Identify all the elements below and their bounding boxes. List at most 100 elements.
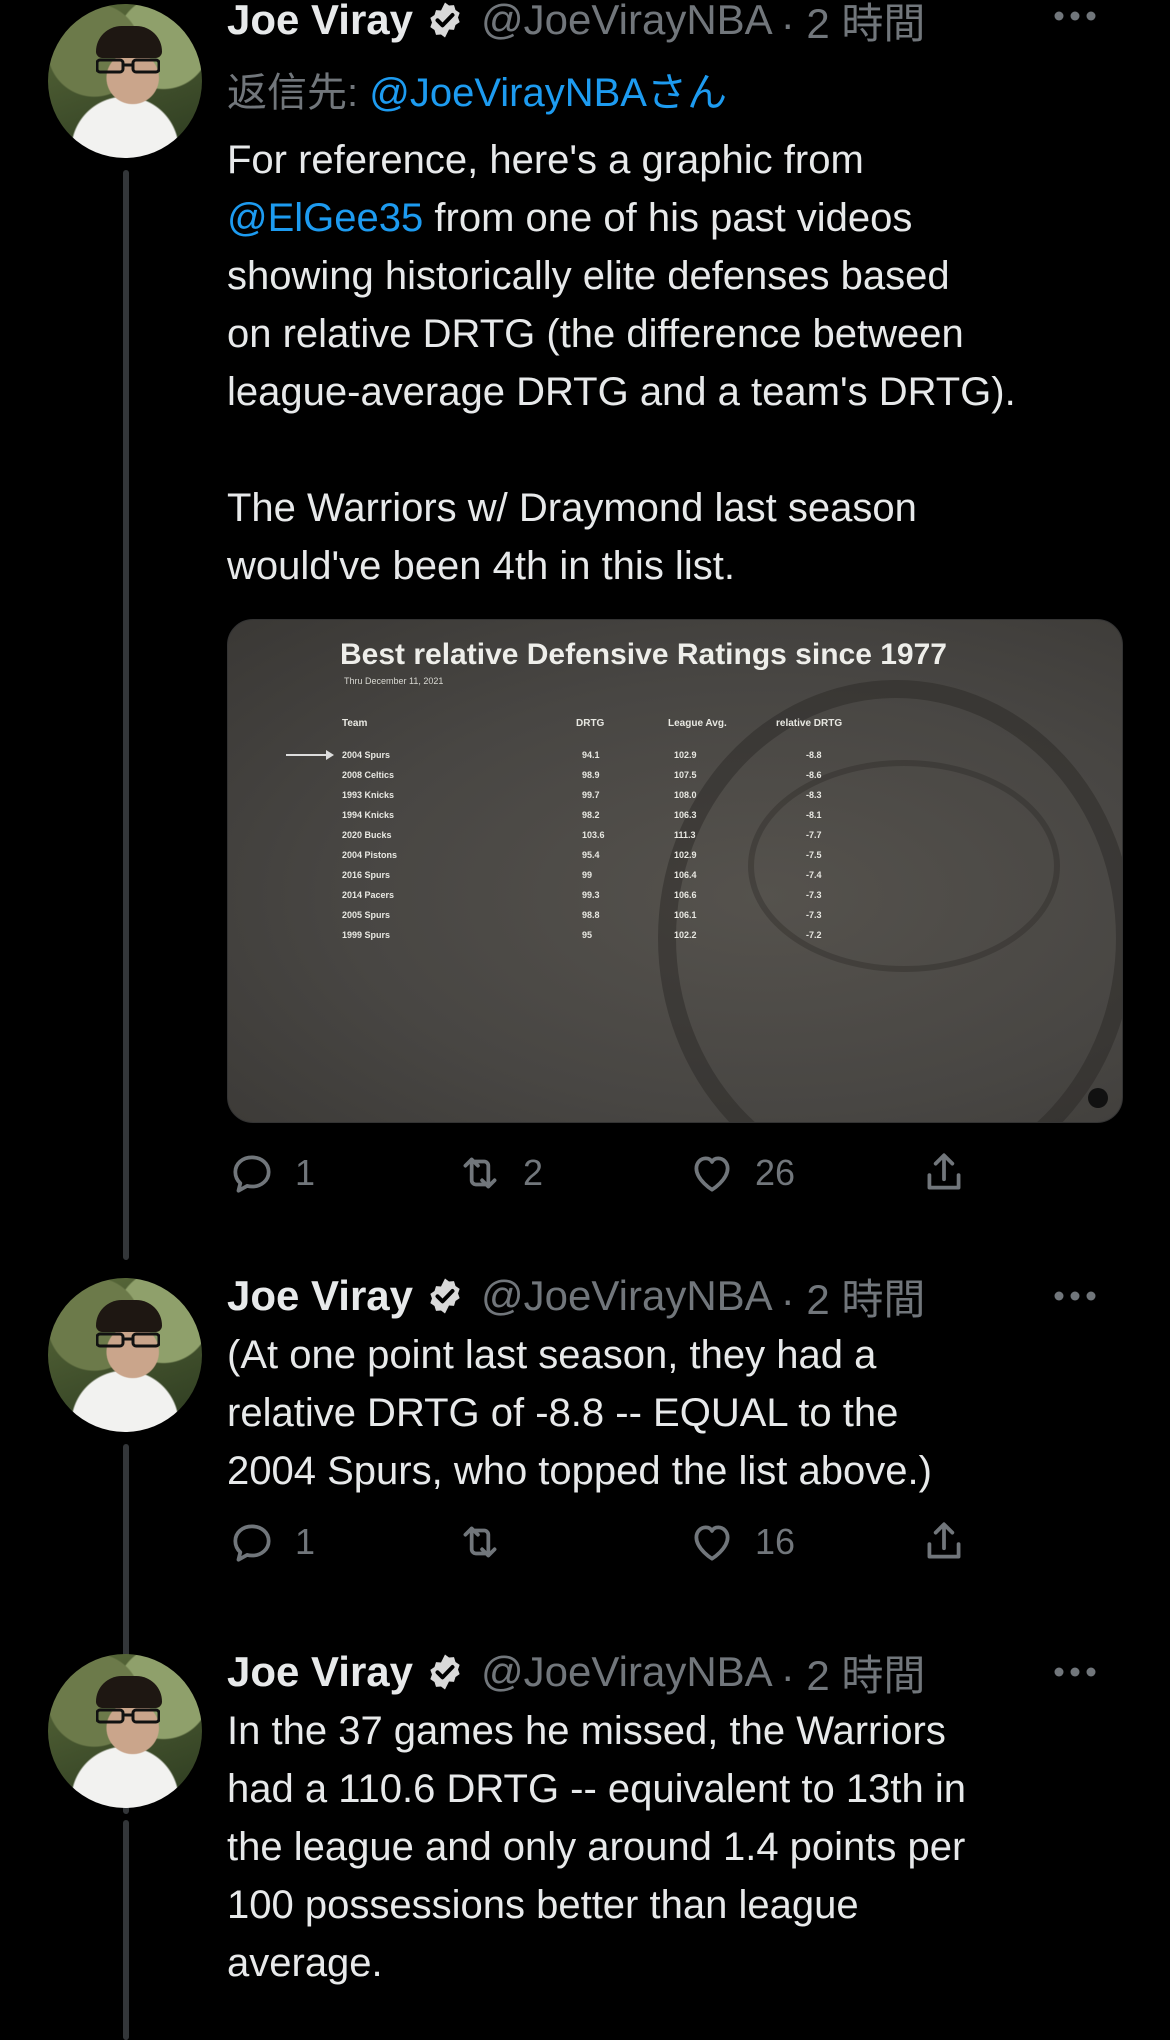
table-cell-team: 2005 Spurs (342, 910, 391, 920)
col-header-drtg: DRTG (576, 718, 605, 729)
like-button[interactable]: 26 (687, 1145, 795, 1201)
timestamp[interactable]: · 2 時間 (781, 1642, 926, 1703)
timestamp[interactable]: · 2 時間 (781, 0, 926, 51)
author-name[interactable]: Joe Viray (227, 0, 413, 44)
table-cell-team: 1994 Knicks (342, 810, 395, 820)
reply-to-mention[interactable]: @JoeVirayNBAさん (369, 71, 727, 115)
share-icon (927, 1153, 961, 1190)
author-handle[interactable]: @JoeVirayNBA (481, 0, 773, 44)
table-cell-team: 1993 Knicks (342, 790, 395, 800)
verified-badge-icon (430, 2, 460, 38)
table-cell-drtg: 95.4 (582, 850, 600, 860)
table-cell-league-avg: 106.1 (674, 910, 697, 920)
reply-count: 1 (295, 1152, 316, 1193)
share-button[interactable] (919, 1145, 969, 1201)
retweet-button[interactable] (455, 1514, 523, 1570)
timestamp[interactable]: · 2 時間 (781, 1266, 926, 1327)
verified-badge-icon (430, 1654, 460, 1690)
table-cell-relative-drtg: -8.6 (806, 770, 822, 780)
reply-to-line: 返信先: @JoeVirayNBAさん (227, 60, 727, 118)
table-cell-drtg: 99.7 (582, 790, 600, 800)
verified-badge-icon (430, 1278, 460, 1314)
table-cell-team: 2004 Pistons (342, 850, 398, 860)
avatar[interactable] (48, 1278, 202, 1432)
table-cell-league-avg: 102.9 (674, 850, 697, 860)
reply-bubble-icon (233, 1155, 271, 1193)
reply-bubble-icon (233, 1524, 271, 1562)
retweet-button[interactable]: 2 (455, 1145, 543, 1201)
like-count: 26 (755, 1152, 796, 1193)
table-cell-relative-drtg: -8.8 (806, 750, 822, 760)
table-cell-drtg: 94.1 (582, 750, 600, 760)
tweet-text: For reference, here's a graphic from @El… (227, 131, 1127, 595)
tweet-header: Joe Viray @JoeVirayNBA · 2 時間 (227, 1270, 1130, 1323)
reply-button[interactable]: 1 (227, 1514, 315, 1570)
table-cell-relative-drtg: -7.4 (806, 870, 822, 880)
tweet-header: Joe Viray @JoeVirayNBA · 2 時間 (227, 1646, 1130, 1699)
tweet-media-image[interactable]: Best relative Defensive Ratings since 19… (227, 619, 1123, 1123)
table-cell-drtg: 99.3 (582, 890, 600, 900)
share-button[interactable] (919, 1514, 969, 1570)
heart-icon (694, 1156, 730, 1192)
table-cell-team: 2004 Spurs (342, 750, 391, 760)
tweet-actions: 1 16 (227, 1514, 1007, 1570)
col-header-relative-drtg: relative DRTG (776, 718, 843, 729)
table-cell-drtg: 95 (582, 930, 593, 940)
table-cell-team: 2016 Spurs (342, 870, 391, 880)
table-cell-league-avg: 111.3 (674, 830, 696, 840)
table-cell-relative-drtg: -7.7 (806, 830, 822, 840)
reply-button[interactable]: 1 (227, 1145, 315, 1201)
net-graphic (748, 760, 1060, 972)
table-cell-relative-drtg: -7.2 (806, 930, 822, 940)
table-cell-league-avg: 108.0 (674, 790, 697, 800)
retweet-icon (463, 1157, 497, 1189)
author-handle[interactable]: @JoeVirayNBA (481, 1272, 773, 1320)
col-header-league-avg: League Avg. (668, 718, 727, 729)
table-cell-team: 2014 Pacers (342, 890, 395, 900)
table-cell-league-avg: 107.5 (674, 770, 697, 780)
tweet-header: Joe Viray @JoeVirayNBA · 2 時間 (227, 0, 1130, 47)
tweet-text: (At one point last season, they had a re… (227, 1333, 932, 1493)
table-cell-team: 2020 Bucks (342, 830, 392, 840)
like-button[interactable]: 16 (687, 1514, 795, 1570)
more-dots-icon[interactable] (1048, 0, 1102, 46)
table-cell-drtg: 98.8 (582, 910, 600, 920)
table-cell-league-avg: 102.9 (674, 750, 697, 760)
table-cell-league-avg: 106.4 (674, 870, 697, 880)
table-cell-relative-drtg: -8.3 (806, 790, 822, 800)
media-subtitle: Thru December 11, 2021 (344, 676, 444, 686)
table-cell-league-avg: 102.2 (674, 930, 697, 940)
heart-icon (694, 1525, 730, 1561)
thread-line (123, 1820, 129, 2040)
retweet-icon (463, 1526, 497, 1558)
tweet-text: In the 37 games he missed, the Warriors … (227, 1709, 966, 1985)
reply-count: 1 (295, 1521, 316, 1562)
table-cell-league-avg: 106.3 (674, 810, 697, 820)
table-cell-drtg: 99 (582, 870, 593, 880)
author-name[interactable]: Joe Viray (227, 1648, 413, 1696)
more-dots-icon[interactable] (1048, 1270, 1102, 1322)
tweet-text-part2: from one of his past videos showing hist… (227, 196, 1016, 588)
author-name[interactable]: Joe Viray (227, 1272, 413, 1320)
highlight-arrow (286, 750, 334, 760)
channel-logo-icon (1088, 1088, 1108, 1108)
table-cell-drtg: 98.2 (582, 810, 600, 820)
more-dots-icon[interactable] (1048, 1646, 1102, 1698)
avatar[interactable] (48, 1654, 202, 1808)
table-cell-team: 2008 Celtics (342, 770, 395, 780)
retweet-count: 2 (523, 1152, 544, 1193)
media-title: Best relative Defensive Ratings since 19… (340, 638, 947, 671)
col-header-team: Team (342, 718, 368, 729)
table-cell-drtg: 98.9 (582, 770, 600, 780)
table-cell-relative-drtg: -8.1 (806, 810, 822, 820)
reply-to-prefix: 返信先: (227, 71, 370, 115)
tweet-actions: 1 2 26 (227, 1145, 1007, 1201)
table-cell-team: 1999 Spurs (342, 930, 391, 940)
author-handle[interactable]: @JoeVirayNBA (481, 1648, 773, 1696)
table-cell-relative-drtg: -7.5 (806, 850, 822, 860)
table-cell-relative-drtg: -7.3 (806, 890, 822, 900)
mention-link[interactable]: @ElGee35 (227, 196, 423, 240)
table-cell-league-avg: 106.6 (674, 890, 697, 900)
avatar[interactable] (48, 4, 202, 158)
share-icon (927, 1522, 961, 1559)
